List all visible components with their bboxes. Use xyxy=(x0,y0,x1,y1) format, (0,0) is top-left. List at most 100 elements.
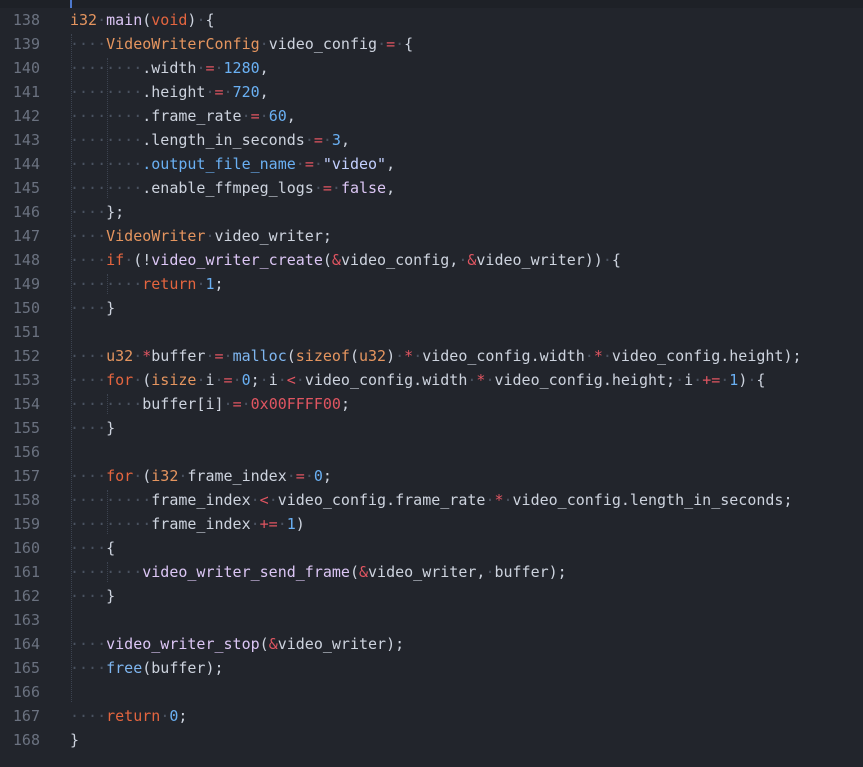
code-token: buffer); xyxy=(494,563,567,581)
code-token: return xyxy=(106,707,161,725)
whitespace-marker: · xyxy=(395,347,405,365)
code-token: = xyxy=(295,467,305,485)
code-token: 60 xyxy=(268,107,287,125)
code-token: video_config.width xyxy=(304,371,468,389)
code-line[interactable]: 140 ········.width·=·1280, xyxy=(0,56,863,80)
code-line[interactable]: 138 i32·main(void)·{ xyxy=(0,8,863,32)
code-token: = xyxy=(313,131,323,149)
code-text[interactable]: ····return·0; xyxy=(70,704,187,728)
code-line[interactable]: 162 ····} xyxy=(0,584,863,608)
code-line[interactable]: 152 ····u32·*buffer·=·malloc(sizeof(u32)·… xyxy=(0,344,863,368)
code-token: = xyxy=(214,347,224,365)
code-text[interactable]: ····for·(i32·frame_index·=·0; xyxy=(70,464,332,488)
code-text[interactable]: ········.height·=·720, xyxy=(70,80,269,104)
code-text[interactable]: ········.frame_rate·=·60, xyxy=(70,104,296,128)
code-token: 720 xyxy=(232,83,260,101)
code-text[interactable]: ····{ xyxy=(70,536,115,560)
code-text[interactable]: ····VideoWriterConfig·video_config·=·{ xyxy=(70,32,413,56)
code-token: main xyxy=(106,11,143,29)
code-token: video_writer_send_frame xyxy=(142,563,350,581)
code-token: { xyxy=(404,35,414,53)
code-text[interactable]: ····VideoWriter·video_writer; xyxy=(70,224,332,248)
code-text[interactable]: ········.width·=·1280, xyxy=(70,56,269,80)
code-line[interactable]: 151 xyxy=(0,320,863,344)
code-text[interactable]: ····} xyxy=(70,296,115,320)
code-text[interactable]: ········.enable_ffmpeg_logs·=·false, xyxy=(70,176,395,200)
code-text[interactable]: } xyxy=(70,728,79,752)
line-number: 155 xyxy=(12,419,40,437)
whitespace-marker: · xyxy=(313,179,323,197)
code-line[interactable]: 142 ········.frame_rate·=·60, xyxy=(0,104,863,128)
code-text[interactable]: ····if·(!video_writer_create(&video_conf… xyxy=(70,248,621,272)
code-line[interactable]: 139 ····VideoWriterConfig·video_config·=·… xyxy=(0,32,863,56)
code-text[interactable]: ····}; xyxy=(70,200,124,224)
code-text[interactable]: ·········frame_index·+=·1) xyxy=(70,512,305,536)
code-line[interactable]: 167 ····return·0; xyxy=(0,704,863,728)
code-text[interactable]: ····} xyxy=(70,584,115,608)
code-line[interactable]: 160 ····{ xyxy=(0,536,863,560)
code-editor[interactable]: 138 i32·main(void)·{139 ····VideoWriterCon… xyxy=(0,8,863,752)
code-text[interactable]: ····video_writer_stop(&video_writer); xyxy=(70,632,404,656)
code-token: } xyxy=(106,419,116,437)
code-text[interactable]: ········.length_in_seconds·=·3, xyxy=(70,128,350,152)
code-line[interactable]: 144 ········.output_file_name·=·"video", xyxy=(0,152,863,176)
code-token: * xyxy=(404,347,414,365)
whitespace-marker: · xyxy=(160,707,170,725)
line-number: 156 xyxy=(12,443,40,461)
whitespace-marker: ···· xyxy=(70,539,107,557)
whitespace-marker: · xyxy=(286,467,296,485)
text-cursor xyxy=(70,0,72,8)
code-text[interactable]: ····u32·*buffer·=·malloc(sizeof(u32)·*·v… xyxy=(70,344,802,368)
code-token: 1 xyxy=(286,515,296,533)
code-line[interactable]: 156 xyxy=(0,440,863,464)
code-text[interactable]: ·········frame_index·<·video_config.fram… xyxy=(70,488,793,512)
code-line[interactable]: 141 ········.height·=·720, xyxy=(0,80,863,104)
code-line[interactable]: 166 xyxy=(0,680,863,704)
whitespace-marker: · xyxy=(304,131,314,149)
code-line[interactable]: 154 ········buffer[i]·=·0x00FFFF00; xyxy=(0,392,863,416)
code-text[interactable]: ········return·1; xyxy=(70,272,224,296)
code-line[interactable]: 153 ····for·(isize·i·=·0;·i·<·video_confi… xyxy=(0,368,863,392)
whitespace-marker: ········ xyxy=(70,83,143,101)
code-text[interactable]: ········buffer[i]·=·0x00FFFF00; xyxy=(70,392,350,416)
code-text[interactable]: ····free(buffer); xyxy=(70,656,224,680)
code-line[interactable]: 150 ····} xyxy=(0,296,863,320)
code-line[interactable]: 146 ····}; xyxy=(0,200,863,224)
code-token: = xyxy=(214,83,224,101)
code-line[interactable]: 145 ········.enable_ffmpeg_logs·=·false, xyxy=(0,176,863,200)
code-text[interactable]: ····} xyxy=(70,416,115,440)
line-number: 141 xyxy=(12,83,40,101)
code-token: void xyxy=(151,11,188,29)
code-token: } xyxy=(70,731,80,749)
code-line[interactable]: 147 ····VideoWriter·video_writer; xyxy=(0,224,863,248)
code-line[interactable]: 149 ········return·1; xyxy=(0,272,863,296)
code-line[interactable]: 164 ····video_writer_stop(&video_writer); xyxy=(0,632,863,656)
code-line[interactable]: 165 ····free(buffer); xyxy=(0,656,863,680)
code-token: ) xyxy=(738,371,748,389)
code-line[interactable]: 155 ····} xyxy=(0,416,863,440)
code-token: & xyxy=(268,635,278,653)
code-line[interactable]: 148 ····if·(!video_writer_create(&video_c… xyxy=(0,248,863,272)
code-line[interactable]: 158 ·········frame_index·<·video_config.f… xyxy=(0,488,863,512)
code-token: & xyxy=(359,563,369,581)
code-line[interactable]: 163 xyxy=(0,608,863,632)
code-line[interactable]: 157 ····for·(i32·frame_index·=·0; xyxy=(0,464,863,488)
code-text[interactable]: ········.output_file_name·=·"video", xyxy=(70,152,395,176)
code-token: .frame_rate xyxy=(142,107,242,125)
code-line[interactable]: 143 ········.length_in_seconds·=·3, xyxy=(0,128,863,152)
code-token: 1 xyxy=(205,275,215,293)
code-token: video_config.length_in_seconds; xyxy=(512,491,793,509)
code-token: .height xyxy=(142,83,206,101)
code-token: ( xyxy=(349,563,359,581)
whitespace-marker: · xyxy=(97,11,107,29)
code-text[interactable]: ····for·(isize·i·=·0;·i·<·video_config.w… xyxy=(70,368,765,392)
whitespace-marker: · xyxy=(331,179,341,197)
whitespace-marker: · xyxy=(223,347,233,365)
code-text[interactable]: ········video_writer_send_frame(&video_w… xyxy=(70,560,567,584)
code-line[interactable]: 161 ········video_writer_send_frame(&vide… xyxy=(0,560,863,584)
code-token: 3 xyxy=(331,131,341,149)
code-line[interactable]: 168} xyxy=(0,728,863,752)
code-text[interactable]: i32·main(void)·{ xyxy=(70,8,215,32)
code-token: , xyxy=(386,155,396,173)
code-line[interactable]: 159 ·········frame_index·+=·1) xyxy=(0,512,863,536)
